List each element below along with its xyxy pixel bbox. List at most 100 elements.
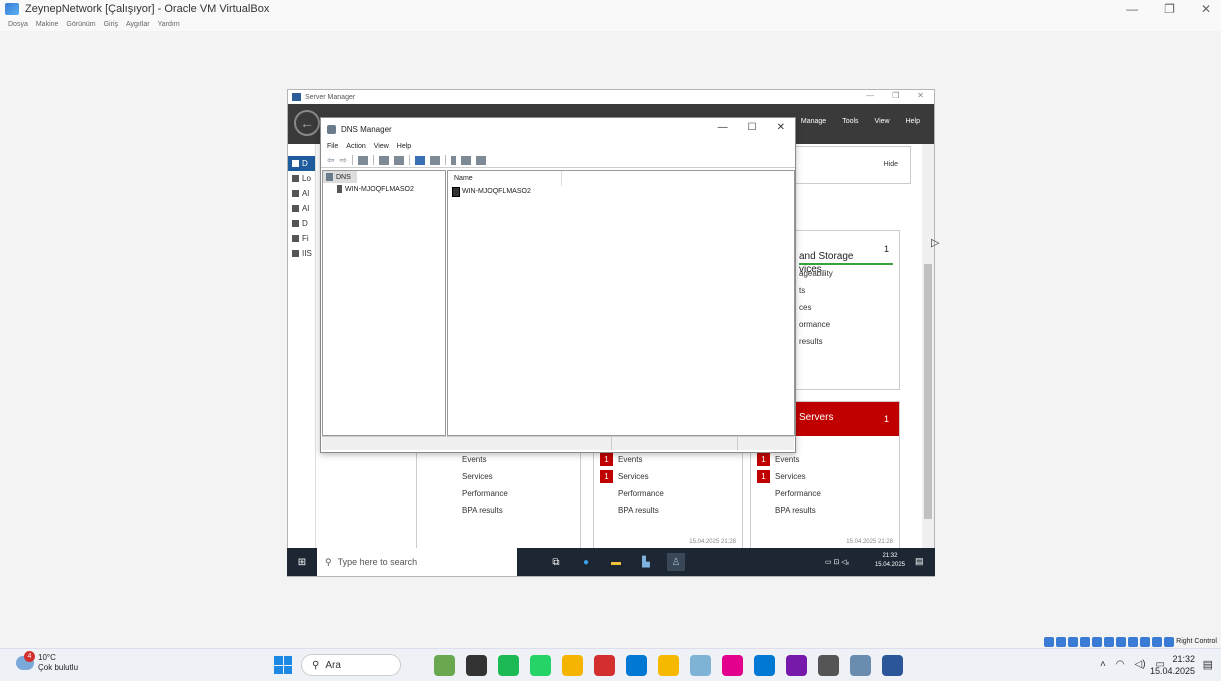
guest-tray-icons[interactable]: ▭ ⊡ ◁ₓ — [825, 558, 849, 566]
server-toolbar-icon[interactable] — [451, 155, 457, 165]
menu-makine[interactable]: Makine — [36, 21, 59, 28]
opera-icon[interactable] — [594, 655, 615, 676]
nav-dns[interactable]: D — [288, 216, 315, 231]
tile-row-performance[interactable]: Performance — [417, 485, 580, 502]
dns-minimize-icon[interactable]: — — [718, 122, 728, 133]
tile-row-bpa[interactable]: BPA results — [594, 502, 742, 519]
tile-row-events[interactable]: 1 Events — [594, 451, 742, 468]
teams-icon[interactable] — [722, 655, 743, 676]
chrome-icon[interactable] — [562, 655, 583, 676]
nav-ad-ds[interactable]: Al — [288, 201, 315, 216]
help-icon[interactable] — [415, 155, 426, 165]
menu-view[interactable]: View — [875, 118, 890, 125]
forward-arrow-icon[interactable]: ⇨ — [340, 155, 348, 166]
tile-row-performance[interactable]: Performance — [594, 485, 742, 502]
host-search-box[interactable]: ⚲ Ara — [301, 654, 401, 676]
tile-row-performance[interactable]: Performance — [751, 485, 899, 502]
display-icon[interactable] — [1116, 636, 1127, 647]
virtualbox-icon[interactable] — [850, 655, 871, 676]
sm-close-icon[interactable]: ✕ — [917, 91, 924, 100]
keyboard-icon[interactable] — [1164, 636, 1175, 647]
tile-bottom-left[interactable]: Events Services Performance BPA results — [416, 440, 581, 550]
nav-local-server[interactable]: Lo — [288, 171, 315, 186]
file-explorer-icon[interactable]: ▬ — [607, 553, 625, 571]
audio-icon[interactable] — [1068, 636, 1079, 647]
menu-manage[interactable]: Manage — [801, 118, 826, 125]
sm-restore-icon[interactable]: ❐ — [892, 91, 899, 100]
minimize-icon[interactable]: — — [1126, 2, 1138, 16]
menu-tools[interactable]: Tools — [842, 118, 858, 125]
list-icon[interactable] — [461, 155, 472, 165]
tile-row-events[interactable]: 1 Events — [751, 451, 899, 468]
dns-menu-view[interactable]: View — [374, 143, 389, 150]
menu-dosya[interactable]: Dosya — [8, 21, 28, 28]
menu-giris[interactable]: Giriş — [104, 21, 118, 28]
properties-icon[interactable] — [430, 155, 441, 165]
network-icon[interactable] — [1080, 636, 1091, 647]
nav-dashboard[interactable]: D — [288, 156, 315, 171]
hide-link[interactable]: Hide — [884, 161, 898, 168]
sm-minimize-icon[interactable]: — — [866, 91, 874, 100]
restore-icon[interactable]: ❐ — [1164, 2, 1175, 16]
shared-folders-icon[interactable] — [1104, 636, 1115, 647]
nav-iis[interactable]: IIS — [288, 246, 315, 261]
back-arrow-icon[interactable]: ← — [294, 110, 320, 136]
vpn-icon[interactable] — [818, 655, 839, 676]
tile-row-events[interactable]: Events — [417, 451, 580, 468]
whatsapp-icon[interactable] — [530, 655, 551, 676]
snipping-tool-icon[interactable] — [690, 655, 711, 676]
weather-widget[interactable]: 4 10°C Çok bulutlu — [16, 651, 78, 673]
tile-row-services[interactable]: Services — [417, 468, 580, 485]
tile-row-services[interactable]: 1 Services — [751, 468, 899, 485]
scroll-thumb[interactable] — [924, 264, 932, 519]
menu-help[interactable]: Help — [906, 118, 920, 125]
cpu-icon[interactable] — [1140, 636, 1151, 647]
usb-icon[interactable] — [1092, 636, 1103, 647]
close-icon[interactable]: ✕ — [1201, 2, 1211, 16]
onenote-icon[interactable] — [786, 655, 807, 676]
task-view-icon[interactable]: ⧉ — [547, 553, 565, 571]
tile-row-bpa[interactable]: BPA results — [417, 502, 580, 519]
guest-notification-icon[interactable]: ▤ — [915, 556, 927, 568]
sm-scrollbar[interactable] — [922, 144, 934, 562]
word-icon[interactable] — [882, 655, 903, 676]
vscode-icon[interactable] — [754, 655, 775, 676]
hdd-icon[interactable] — [1044, 636, 1055, 647]
edge-icon[interactable]: ● — [577, 553, 595, 571]
windows-start-icon[interactable] — [274, 656, 292, 674]
chevron-up-icon[interactable]: ˄ — [1100, 659, 1106, 670]
dns-maximize-icon[interactable]: ☐ — [748, 122, 757, 133]
guest-search-box[interactable]: ⚲ Type here to search — [317, 548, 517, 576]
tile-bottom-right[interactable]: 1 Events 1 Services Performance BPA result… — [750, 440, 900, 550]
zone-icon[interactable] — [476, 155, 487, 165]
terminal-icon[interactable] — [466, 655, 487, 676]
dns-menu-help[interactable]: Help — [397, 143, 411, 150]
guest-clock[interactable]: 21:32 15.04.2025 — [875, 552, 905, 570]
back-arrow-icon[interactable]: ⇦ — [327, 155, 335, 166]
tile-row-bpa[interactable]: BPA results — [751, 502, 899, 519]
host-clock[interactable]: 21:32 15.04.2025 — [1150, 653, 1195, 677]
wifi-icon[interactable]: ◠ — [1116, 659, 1125, 670]
mouse-integration-icon[interactable] — [1152, 636, 1163, 647]
tree-node-dns[interactable]: DNS — [323, 171, 357, 183]
nav-all-servers[interactable]: Al — [288, 186, 315, 201]
file-explorer-icon[interactable] — [658, 655, 679, 676]
spotify-icon[interactable] — [498, 655, 519, 676]
notification-icon[interactable]: ▤ — [1203, 658, 1213, 671]
refresh-icon[interactable] — [379, 155, 390, 165]
dns-menu-file[interactable]: File — [327, 143, 338, 150]
minecraft-icon[interactable] — [434, 655, 455, 676]
recording-icon[interactable] — [1128, 636, 1139, 647]
nav-file-storage[interactable]: Fi — [288, 231, 315, 246]
list-item[interactable]: WIN-MJOQFLMASO2 — [448, 186, 794, 197]
optical-icon[interactable] — [1056, 636, 1067, 647]
column-header-name[interactable]: Name — [448, 171, 562, 186]
volume-icon[interactable]: ◁) — [1135, 659, 1146, 670]
tile-row-services[interactable]: 1 Services — [594, 468, 742, 485]
tree-node-server[interactable]: WIN-MJOQFLMASO2 — [323, 183, 445, 195]
dns-close-icon[interactable]: ✕ — [777, 122, 785, 133]
edge-icon[interactable] — [626, 655, 647, 676]
menu-gorunum[interactable]: Görünüm — [66, 21, 95, 28]
tile-bottom-middle[interactable]: 1 Events 1 Services Performance BPA result… — [593, 440, 743, 550]
server-manager-taskbar-icon[interactable]: ▙ — [637, 553, 655, 571]
